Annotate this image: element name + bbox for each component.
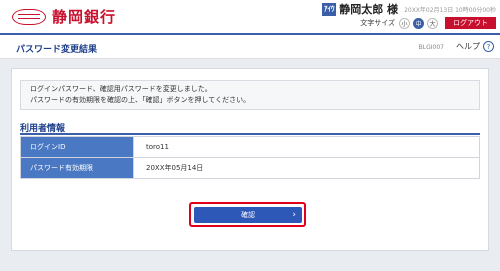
help-label[interactable]: ヘルプ — [456, 41, 480, 52]
title-bar: パスワード変更結果 BLGI007 ヘルプ ? — [0, 33, 500, 59]
bank-logo-icon — [12, 8, 46, 25]
user-info-table: ログインID toro11 パスワード有効期限 20XX年05月14日 — [20, 136, 480, 179]
screen-id: BLGI007 — [418, 44, 444, 51]
bank-logo: 静岡銀行 — [12, 6, 116, 27]
chevron-right-icon: › — [292, 210, 296, 220]
font-size-controls: 文字サイズ 小 中 大 ログアウト — [360, 17, 496, 29]
help-icon[interactable]: ? — [483, 41, 494, 52]
header: 静岡銀行 ｱｲｳ 静岡太郎 様 20XX年02月13日 10時00分00秒 文字… — [0, 0, 500, 33]
password-expiry-label: パスワード有効期限 — [20, 157, 134, 179]
font-size-large-button[interactable]: 大 — [427, 17, 438, 29]
table-row: パスワード有効期限 20XX年05月14日 — [20, 157, 480, 179]
table-row: ログインID toro11 — [20, 136, 480, 158]
last-login-time: 20XX年02月13日 10時00分00秒 — [404, 6, 496, 14]
section-divider — [20, 133, 480, 135]
confirm-button[interactable]: 確認 › — [194, 207, 302, 223]
result-message: ログインパスワード、確認用パスワードを変更しました。 パスワードの有効期限を確認… — [20, 80, 480, 110]
user-area: ｱｲｳ 静岡太郎 様 20XX年02月13日 10時00分00秒 — [322, 2, 496, 16]
font-size-medium-button[interactable]: 中 — [413, 17, 424, 29]
help-link[interactable]: ヘルプ ? — [456, 41, 494, 52]
logout-button[interactable]: ログアウト — [445, 17, 496, 29]
login-id-value: toro11 — [133, 136, 480, 158]
password-expiry-value: 20XX年05月14日 — [133, 157, 480, 179]
font-size-label: 文字サイズ — [360, 19, 395, 27]
login-id-label: ログインID — [20, 136, 134, 158]
message-line-1: ログインパスワード、確認用パスワードを変更しました。 — [30, 85, 212, 93]
bank-name: 静岡銀行 — [52, 8, 117, 26]
page-title: パスワード変更結果 — [16, 45, 98, 55]
font-size-small-button[interactable]: 小 — [399, 17, 410, 29]
user-name: 静岡太郎 様 — [339, 3, 399, 16]
confirm-button-label[interactable]: 確認 — [241, 210, 255, 220]
user-badge-icon: ｱｲｳ — [322, 2, 337, 16]
message-line-2: パスワードの有効期限を確認の上、「確認」ボタンを押してください。 — [30, 96, 251, 104]
